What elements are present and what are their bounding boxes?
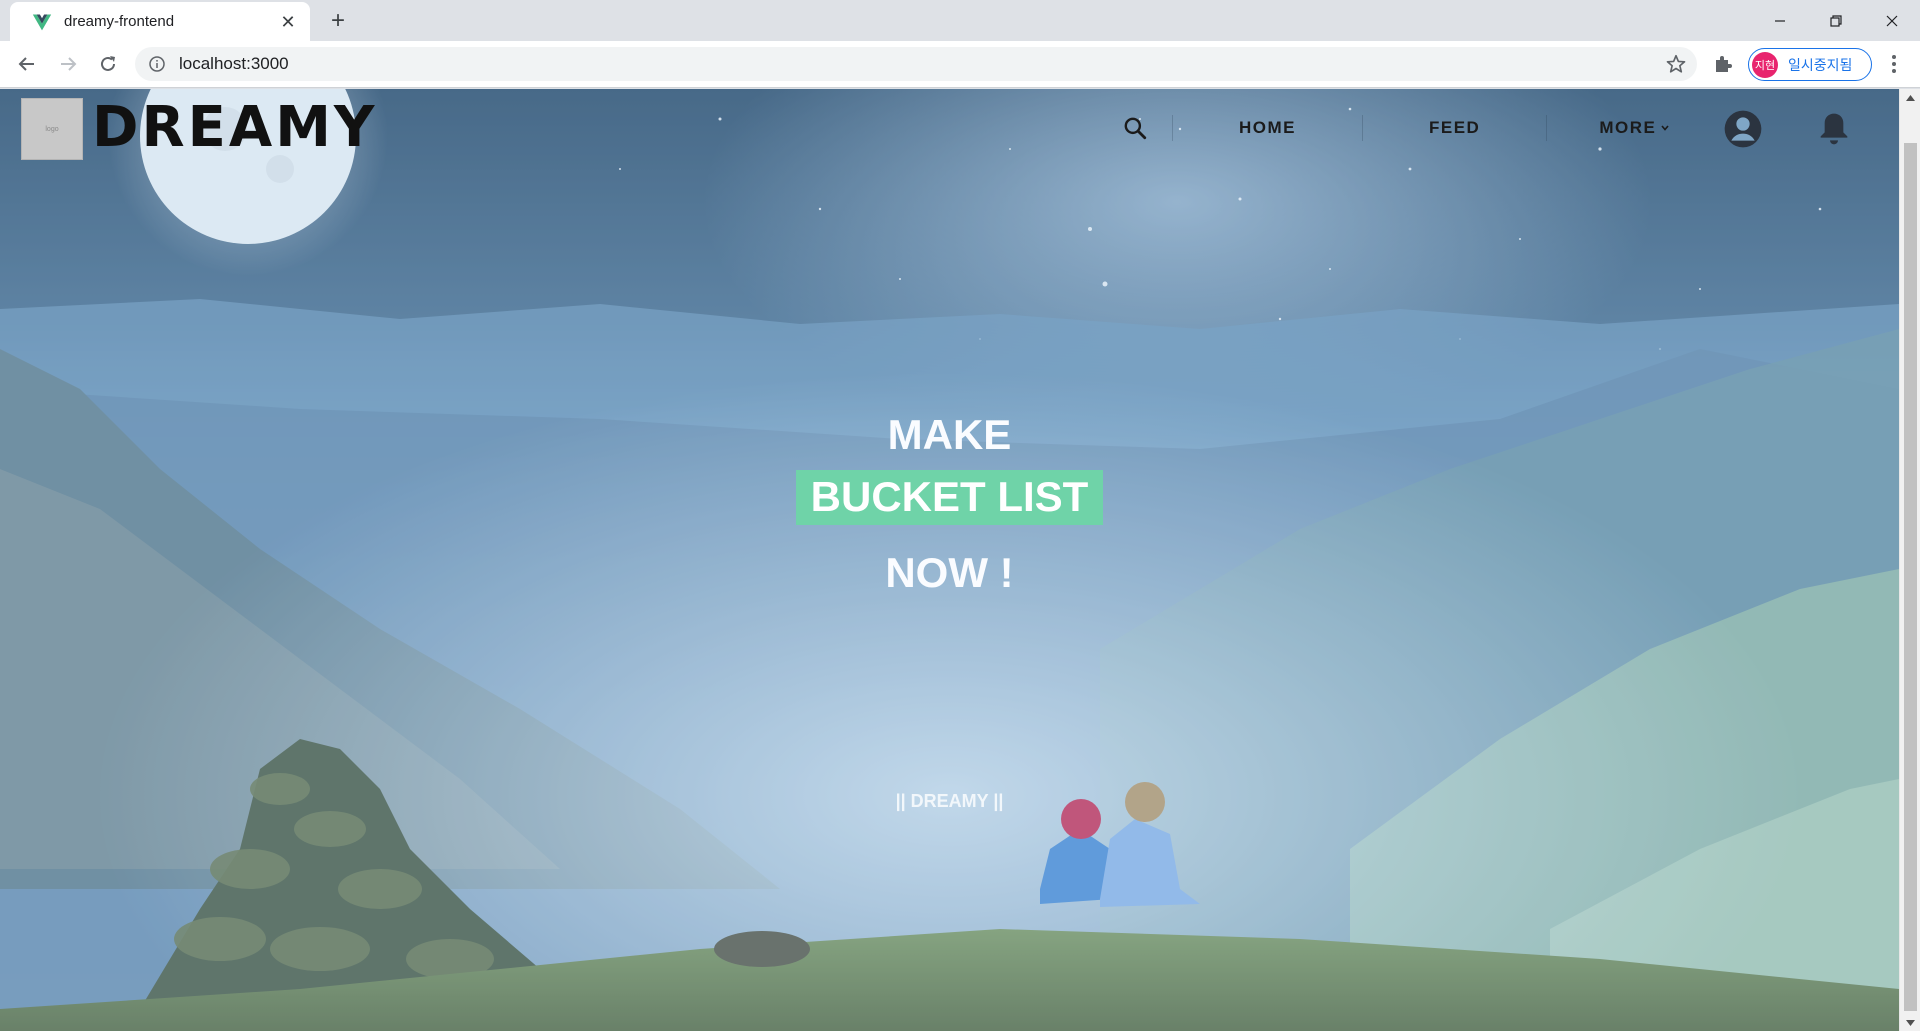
nav-divider: [1362, 115, 1363, 141]
nav-more-label: MORE: [1599, 118, 1657, 137]
scroll-down-icon[interactable]: [1900, 1014, 1920, 1031]
search-icon[interactable]: [1110, 103, 1160, 153]
url-text[interactable]: localhost:3000: [179, 54, 1665, 74]
puzzle-icon[interactable]: [1712, 52, 1736, 76]
kebab-menu-icon[interactable]: [1882, 52, 1906, 76]
bell-icon[interactable]: [1818, 111, 1850, 147]
site-logo-image[interactable]: logo: [21, 98, 83, 160]
hero-line-bucket-list: BUCKET LIST: [795, 470, 1104, 525]
tab-title: dreamy-frontend: [64, 13, 175, 30]
account-circle-icon[interactable]: [1723, 109, 1763, 149]
vue-logo-icon: [32, 14, 52, 30]
minimize-icon[interactable]: [1752, 0, 1808, 41]
restore-icon[interactable]: [1808, 0, 1864, 41]
info-icon[interactable]: [149, 56, 165, 72]
hero-line-now: NOW !: [885, 549, 1014, 596]
star-icon[interactable]: [1665, 53, 1687, 75]
forward-arrow-icon[interactable]: [55, 51, 81, 77]
site-logo-text[interactable]: DREAMY: [92, 95, 377, 161]
window-close-icon[interactable]: [1864, 0, 1920, 41]
profile-status: 일시중지됨: [1788, 56, 1853, 73]
hero-footer-brand: || DREAMY ||: [895, 791, 1004, 811]
page-scrollbar[interactable]: [1899, 89, 1920, 1031]
nav-divider: [1546, 115, 1548, 141]
nav-divider: [1172, 115, 1173, 141]
nav-home-link[interactable]: HOME: [1185, 118, 1350, 138]
close-icon[interactable]: ✕: [278, 12, 298, 32]
back-arrow-icon[interactable]: [14, 51, 40, 77]
profile-button[interactable]: 지현 일시중지됨: [1748, 48, 1872, 81]
browser-toolbar: localhost:3000 지현 일시중지됨: [0, 41, 1920, 88]
nav-more-dropdown[interactable]: MORE: [1559, 118, 1724, 138]
hero-highlight-wrapper: BUCKET LIST: [0, 470, 1899, 525]
chevron-down-icon: [1661, 125, 1669, 131]
hero-line-make: MAKE: [887, 411, 1012, 458]
plus-icon[interactable]: +: [325, 8, 351, 34]
nav-feed-link[interactable]: FEED: [1375, 118, 1534, 138]
browser-tab[interactable]: dreamy-frontend ✕: [10, 2, 310, 41]
tab-strip: dreamy-frontend ✕ +: [0, 0, 1920, 41]
address-bar[interactable]: localhost:3000: [135, 47, 1697, 81]
reload-icon[interactable]: [95, 51, 121, 77]
avatar: 지현: [1752, 51, 1778, 78]
scroll-up-icon[interactable]: [1900, 89, 1920, 106]
scrollbar-thumb[interactable]: [1904, 143, 1917, 1011]
site-nav: HOME FEED MORE: [1110, 103, 1724, 153]
page-viewport: logo DREAMY HOME FEED MORE MAKE BUCKET L…: [0, 89, 1899, 1031]
